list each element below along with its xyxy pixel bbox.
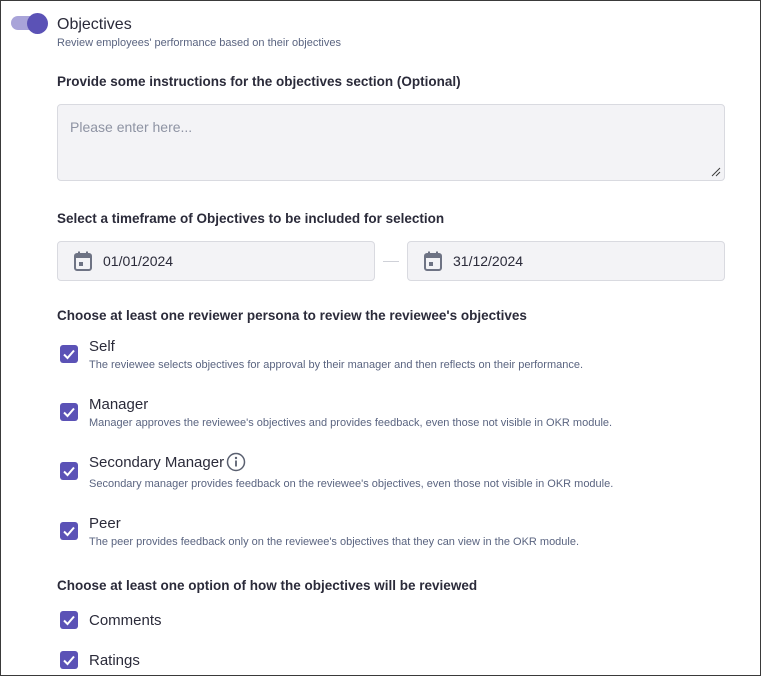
instructions-textarea[interactable] [57, 104, 725, 181]
review-comments-checkbox[interactable] [60, 611, 78, 629]
check-icon [63, 466, 75, 477]
resize-grip-icon[interactable] [711, 167, 721, 177]
persona-self-title: Self [89, 338, 115, 355]
check-icon [63, 615, 75, 626]
check-icon [63, 349, 75, 360]
persona-secondary-manager-desc: Secondary manager provides feedback on t… [89, 478, 614, 490]
persona-manager-title: Manager [89, 396, 149, 413]
persona-peer-desc: The peer provides feedback only on the r… [89, 536, 580, 548]
review-options-label: Choose at least one option of how the ob… [57, 578, 478, 593]
end-date-value: 31/12/2024 [453, 253, 524, 269]
persona-peer-checkbox[interactable] [60, 522, 78, 540]
calendar-icon [74, 251, 92, 271]
review-comments-title: Comments [89, 612, 162, 629]
end-date-field[interactable]: 31/12/2024 [407, 241, 725, 281]
persona-secondary-manager-title: Secondary Manager [89, 454, 225, 471]
check-icon [63, 407, 75, 418]
instructions-label: Provide some instructions for the object… [57, 74, 461, 89]
persona-manager-desc: Manager approves the reviewee's objectiv… [89, 417, 613, 429]
persona-self-desc: The reviewee selects objectives for appr… [89, 359, 584, 371]
start-date-value: 01/01/2024 [103, 253, 174, 269]
section-subtitle: Review employees' performance based on t… [57, 37, 341, 49]
check-icon [63, 526, 75, 537]
persona-self-checkbox[interactable] [60, 345, 78, 363]
persona-manager-checkbox[interactable] [60, 403, 78, 421]
start-date-field[interactable]: 01/01/2024 [57, 241, 375, 281]
review-ratings-checkbox[interactable] [60, 651, 78, 669]
check-icon [63, 655, 75, 666]
info-icon[interactable] [226, 452, 246, 472]
persona-secondary-manager-checkbox[interactable] [60, 462, 78, 480]
objectives-toggle-knob[interactable] [27, 13, 48, 34]
timeframe-label: Select a timeframe of Objectives to be i… [57, 211, 445, 226]
calendar-icon [424, 251, 442, 271]
date-range-separator [383, 261, 399, 262]
review-ratings-title: Ratings [89, 652, 140, 669]
persona-peer-title: Peer [89, 515, 121, 532]
section-title: Objectives [57, 16, 132, 33]
personas-label: Choose at least one reviewer persona to … [57, 308, 527, 323]
